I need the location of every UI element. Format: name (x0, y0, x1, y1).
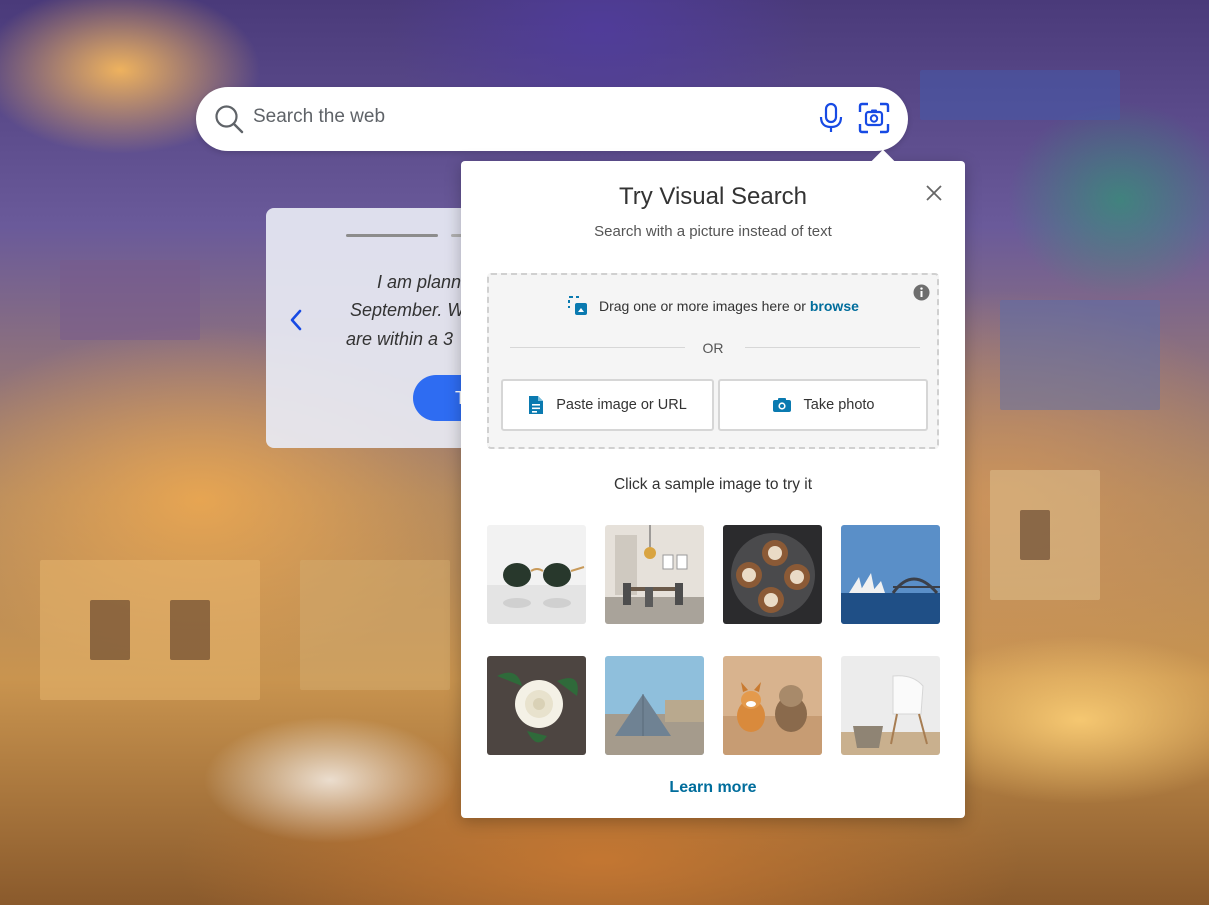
drag-image-icon (568, 296, 588, 315)
sample-image-dogs[interactable] (723, 656, 822, 755)
chevron-left-icon[interactable] (288, 308, 304, 332)
suggestion-carousel-card: I am plann September. W are within a 3 T (266, 208, 486, 448)
search-icon (215, 105, 244, 134)
popup-subtitle: Search with a picture instead of text (594, 223, 832, 240)
browse-link[interactable]: browse (810, 298, 859, 314)
sample-image-white-chair[interactable] (841, 656, 940, 755)
camera-icon (772, 398, 791, 413)
popup-title: Try Visual Search (618, 183, 808, 210)
drag-instructions: Drag one or more images here or browse (489, 295, 937, 317)
microphone-icon[interactable] (816, 101, 846, 135)
paste-label: Paste image or URL (556, 397, 687, 414)
sample-image-louvre-pyramid[interactable] (605, 656, 704, 755)
image-drop-zone[interactable]: Drag one or more images here or browse O… (487, 273, 939, 449)
sample-image-sunglasses[interactable] (487, 525, 586, 624)
divider (745, 347, 920, 348)
carousel-text-line: are within a 3 (346, 329, 454, 349)
carousel-text-line: I am plann (377, 272, 462, 292)
learn-more-link[interactable]: Learn more (461, 779, 965, 797)
or-label: OR (702, 340, 724, 356)
carousel-text-line: September. W (350, 300, 465, 320)
take-photo-label: Take photo (803, 397, 875, 414)
sample-image-sydney-opera-house[interactable] (841, 525, 940, 624)
sample-image-white-rose[interactable] (487, 656, 586, 755)
paste-image-url-button[interactable]: Paste image or URL (501, 379, 714, 431)
search-bar[interactable]: Search the web (196, 87, 908, 151)
carousel-indicator-active[interactable] (346, 234, 438, 237)
visual-search-icon[interactable] (856, 100, 892, 136)
close-icon[interactable] (924, 183, 944, 203)
drag-text: Drag one or more images here or (598, 298, 806, 314)
search-input[interactable]: Search the web (253, 106, 385, 128)
visual-search-popup: Try Visual Search Search with a picture … (461, 149, 965, 818)
take-photo-button[interactable]: Take photo (718, 379, 928, 431)
sample-image-latte-art[interactable] (723, 525, 822, 624)
sample-image-dining-room[interactable] (605, 525, 704, 624)
sample-images-label: Click a sample image to try it (613, 476, 813, 493)
document-icon (529, 396, 544, 415)
